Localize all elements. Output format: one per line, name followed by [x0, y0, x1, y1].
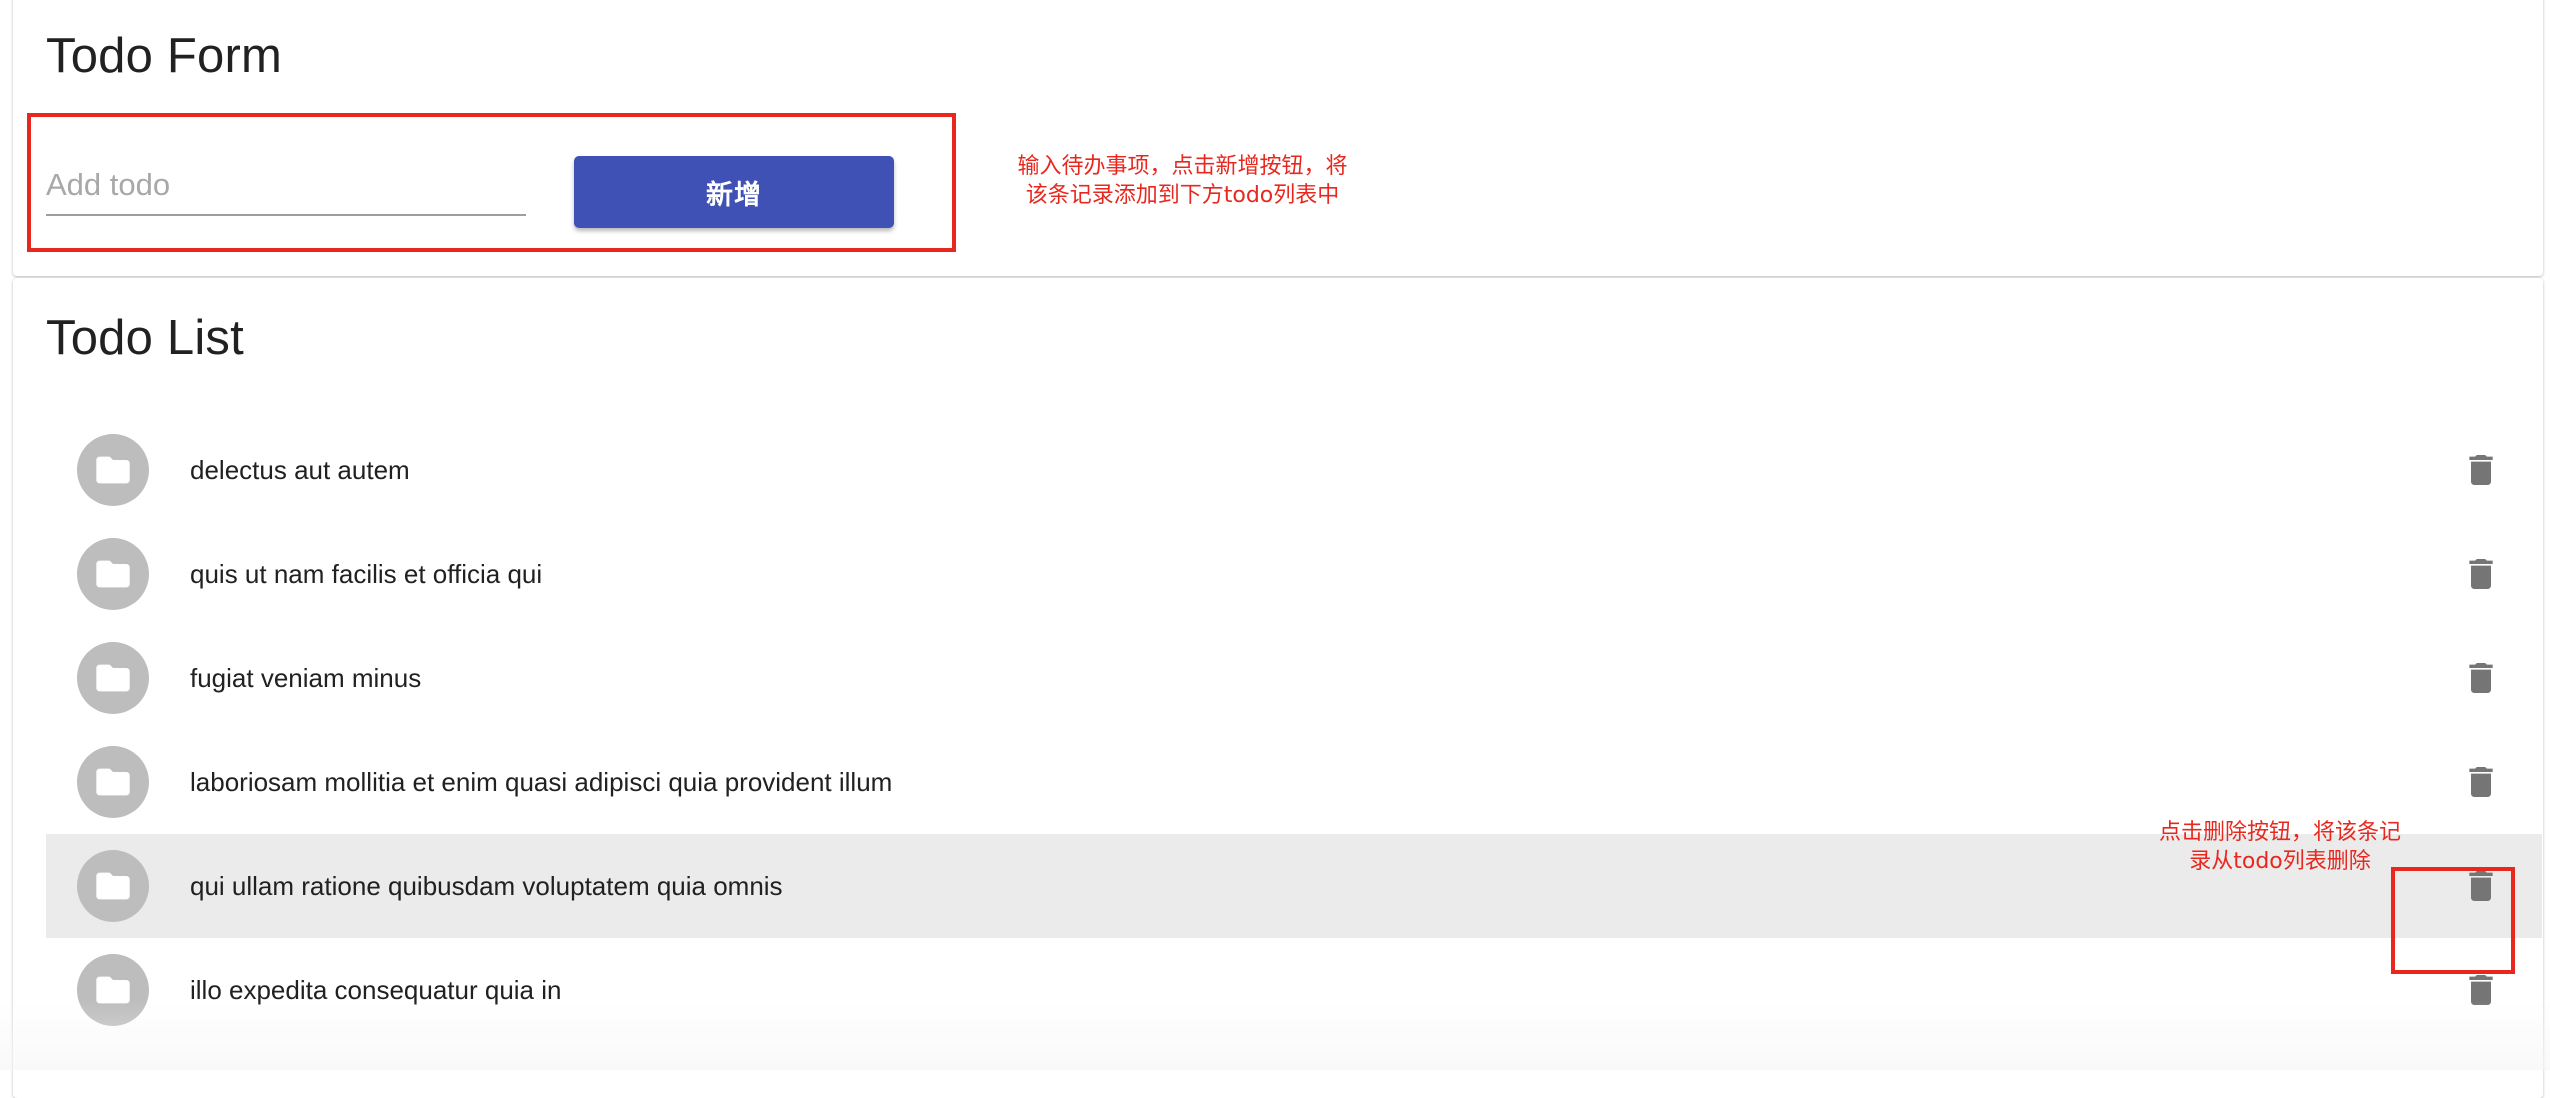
trash-icon: [2469, 871, 2493, 901]
todo-list-card: Todo List delectus aut autem quis ut nam…: [13, 278, 2543, 1098]
avatar: [77, 434, 149, 506]
list-item: quis ut nam facilis et officia qui: [46, 522, 2542, 626]
list-item: fugiat veniam minus: [46, 626, 2542, 730]
delete-button[interactable]: [2451, 856, 2511, 916]
todo-form-card: Todo Form 新增: [13, 0, 2543, 276]
todo-item-text: delectus aut autem: [190, 454, 410, 485]
folder-icon: [96, 768, 130, 796]
todo-input[interactable]: [46, 156, 526, 216]
trash-icon: [2469, 975, 2493, 1005]
delete-button[interactable]: [2451, 752, 2511, 812]
avatar: [77, 850, 149, 922]
trash-icon: [2469, 663, 2493, 693]
trash-icon: [2469, 455, 2493, 485]
todo-item-text: laboriosam mollitia et enim quasi adipis…: [190, 766, 893, 797]
list-item: qui ullam ratione quibusdam voluptatem q…: [46, 834, 2542, 938]
avatar: [77, 538, 149, 610]
list-item: illo expedita consequatur quia in: [46, 938, 2542, 1042]
folder-icon: [96, 664, 130, 692]
delete-button[interactable]: [2451, 440, 2511, 500]
trash-icon: [2469, 767, 2493, 797]
folder-icon: [96, 976, 130, 1004]
add-todo-button[interactable]: 新增: [574, 156, 894, 228]
todo-item-text: quis ut nam facilis et officia qui: [190, 558, 543, 589]
folder-icon: [96, 456, 130, 484]
todo-item-text: fugiat veniam minus: [190, 662, 422, 693]
form-title: Todo Form: [46, 29, 282, 83]
folder-icon: [96, 560, 130, 588]
folder-icon: [96, 872, 130, 900]
delete-button[interactable]: [2451, 960, 2511, 1020]
avatar: [77, 954, 149, 1026]
list-title: Todo List: [46, 311, 244, 365]
todo-list: delectus aut autem quis ut nam facilis e…: [46, 418, 2542, 1042]
avatar: [77, 746, 149, 818]
delete-button[interactable]: [2451, 648, 2511, 708]
delete-button[interactable]: [2451, 544, 2511, 604]
trash-icon: [2469, 559, 2493, 589]
todo-item-text: qui ullam ratione quibusdam voluptatem q…: [190, 870, 783, 901]
list-item: laboriosam mollitia et enim quasi adipis…: [46, 730, 2542, 834]
list-item: delectus aut autem: [46, 418, 2542, 522]
todo-item-text: illo expedita consequatur quia in: [190, 974, 562, 1005]
avatar: [77, 642, 149, 714]
